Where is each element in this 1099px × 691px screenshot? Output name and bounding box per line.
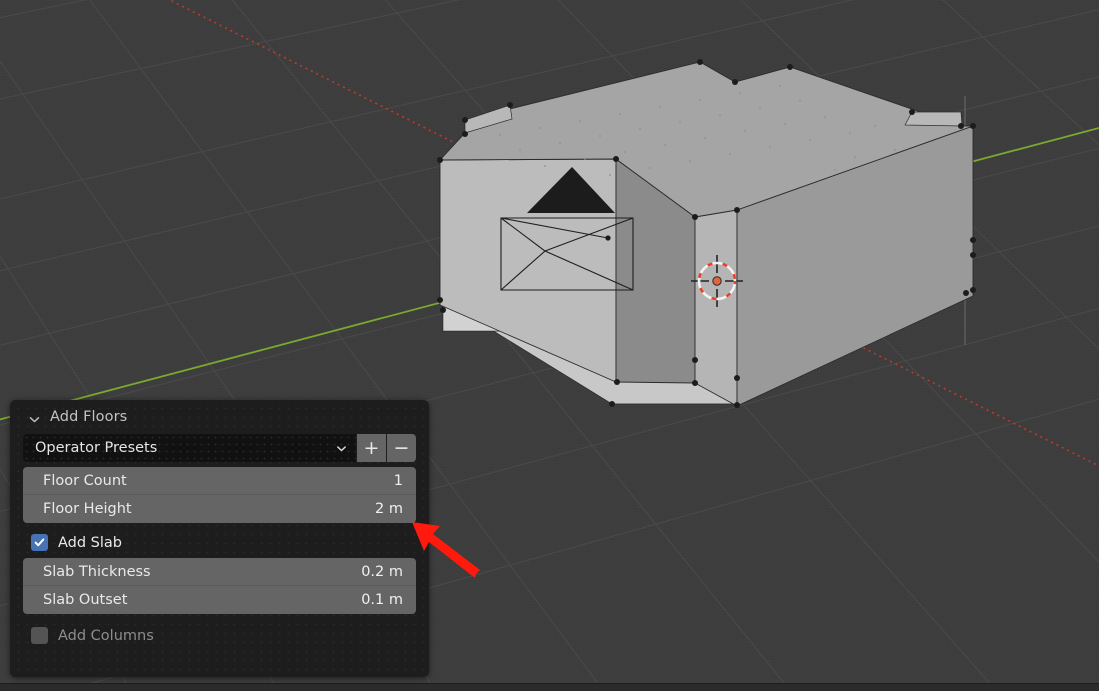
add-slab-label: Add Slab bbox=[58, 534, 123, 551]
panel-header[interactable]: Add Floors bbox=[10, 400, 429, 434]
check-icon bbox=[34, 538, 45, 547]
floor-height-label: Floor Height bbox=[43, 501, 132, 517]
slab-properties-group: Slab Thickness 0.2 m Slab Outset 0.1 m bbox=[23, 558, 416, 614]
floor-count-field[interactable]: Floor Count 1 bbox=[23, 467, 416, 495]
add-columns-checkbox[interactable] bbox=[31, 627, 48, 644]
chevron-down-icon bbox=[335, 442, 348, 455]
slab-thickness-field[interactable]: Slab Thickness 0.2 m bbox=[23, 558, 416, 586]
floor-count-value: 1 bbox=[393, 472, 403, 489]
operator-presets-value: Operator Presets bbox=[35, 440, 158, 456]
plus-icon: + bbox=[363, 436, 380, 459]
add-columns-row[interactable]: Add Columns bbox=[23, 620, 416, 651]
minus-icon: − bbox=[393, 436, 410, 459]
add-preset-button[interactable]: + bbox=[357, 434, 386, 462]
add-slab-row[interactable]: Add Slab bbox=[23, 527, 416, 558]
chevron-down-icon[interactable] bbox=[28, 411, 41, 424]
slab-outset-value: 0.1 m bbox=[361, 592, 403, 608]
operator-presets-dropdown[interactable]: Operator Presets bbox=[23, 434, 356, 462]
add-columns-label: Add Columns bbox=[58, 627, 154, 644]
operator-redo-panel[interactable]: Add Floors Operator Presets + − Floor Co… bbox=[10, 400, 429, 677]
operator-presets-row: Operator Presets + − bbox=[23, 434, 416, 462]
slab-outset-label: Slab Outset bbox=[43, 592, 128, 608]
add-slab-checkbox[interactable] bbox=[31, 534, 48, 551]
status-bar bbox=[0, 683, 1099, 691]
floor-height-field[interactable]: Floor Height 2 m bbox=[23, 495, 416, 523]
floor-count-label: Floor Count bbox=[43, 472, 127, 489]
remove-preset-button[interactable]: − bbox=[387, 434, 416, 462]
floor-height-value: 2 m bbox=[375, 501, 403, 517]
slab-outset-field[interactable]: Slab Outset 0.1 m bbox=[23, 586, 416, 614]
panel-body: Operator Presets + − Floor Count 1 Floor… bbox=[10, 434, 429, 651]
slab-thickness-value: 0.2 m bbox=[361, 563, 403, 580]
slab-thickness-label: Slab Thickness bbox=[43, 563, 151, 580]
floor-properties-group: Floor Count 1 Floor Height 2 m bbox=[23, 467, 416, 523]
panel-title: Add Floors bbox=[50, 409, 128, 425]
